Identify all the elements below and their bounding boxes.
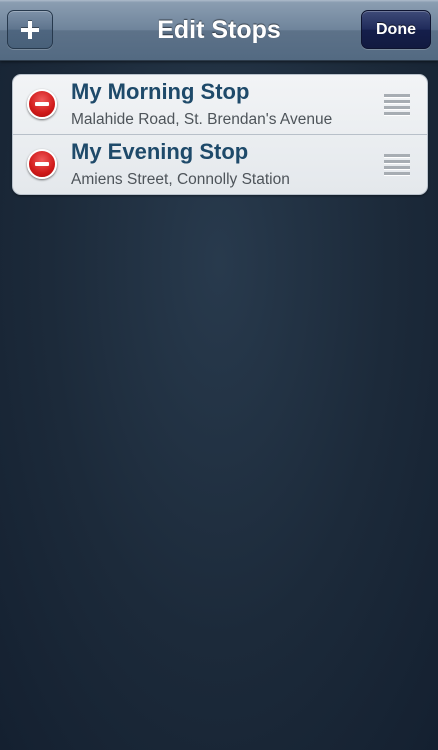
done-button[interactable]: Done [361,10,431,49]
delete-stop-icon[interactable] [27,149,57,179]
stop-name: My Evening Stop [71,139,249,164]
navigation-bar: Edit Stops Done [0,0,438,61]
minus-icon [35,102,49,106]
page-title: Edit Stops [157,16,281,44]
add-stop-button[interactable] [7,10,53,49]
stops-list: My Morning Stop Malahide Road, St. Brend… [12,74,428,195]
delete-stop-icon[interactable] [27,89,57,119]
stop-address: Amiens Street, Connolly Station [71,171,290,188]
reorder-handle-icon[interactable] [384,94,410,116]
minus-icon [35,162,49,166]
stop-row: My Morning Stop Malahide Road, St. Brend… [13,75,427,134]
stop-row: My Evening Stop Amiens Street, Connolly … [13,134,427,194]
stop-address: Malahide Road, St. Brendan's Avenue [71,111,333,128]
stop-name: My Morning Stop [71,79,250,104]
reorder-handle-icon[interactable] [384,154,410,176]
